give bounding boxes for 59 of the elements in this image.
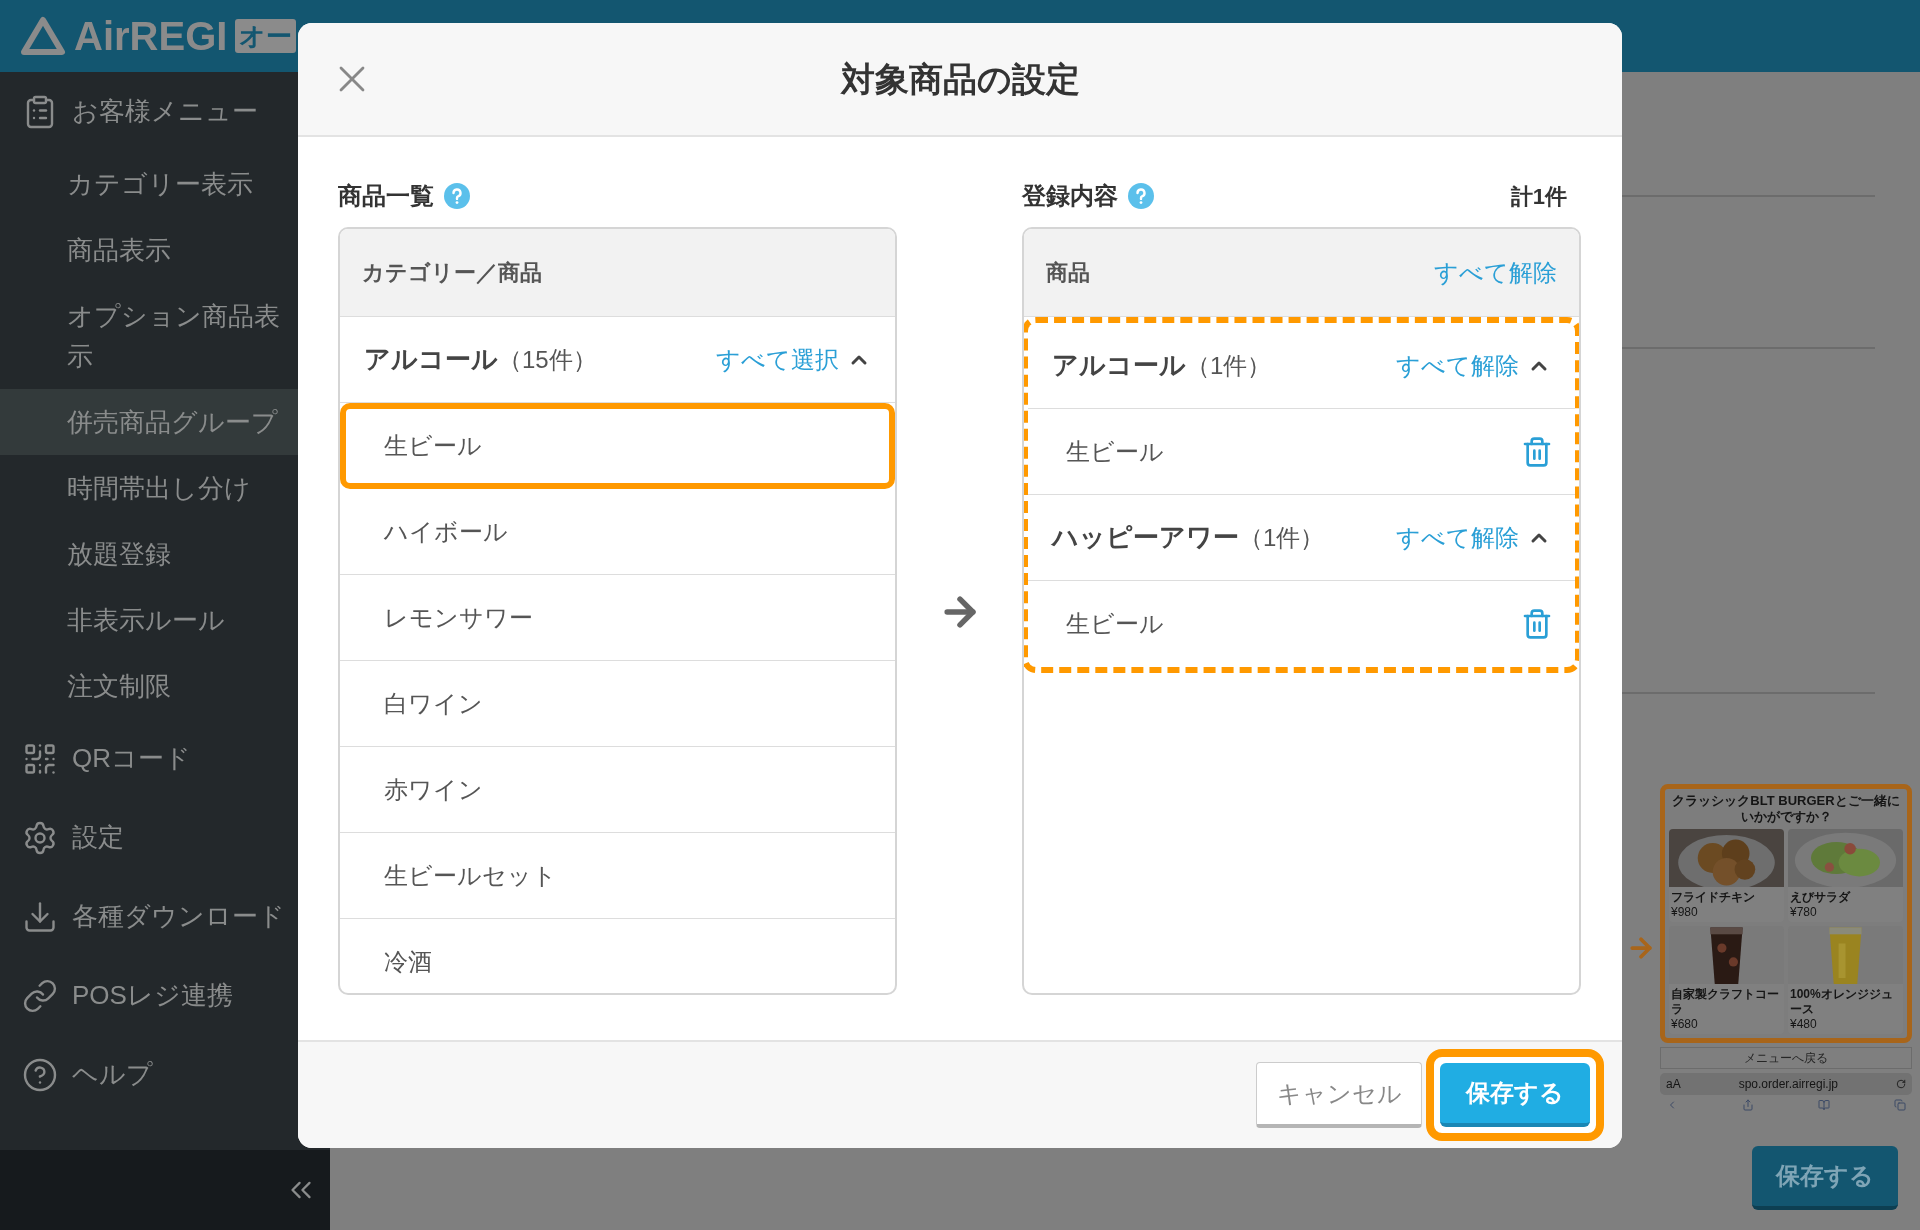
clear-all-link[interactable]: すべて解除 (1434, 254, 1557, 291)
category-name: アルコール (1052, 349, 1186, 382)
sidebar-section[interactable]: POSレジ連携 (0, 956, 330, 1035)
delete-icon[interactable] (1521, 608, 1553, 640)
sidebar-section[interactable]: 各種ダウンロード (0, 877, 330, 956)
product-badge: オー (235, 19, 297, 53)
logo-text: AirREGI (74, 16, 228, 56)
product-item[interactable]: 生ビール (340, 403, 895, 489)
url-text: spo.order.airregi.jp (1738, 1076, 1839, 1093)
product-item[interactable]: 白ワイン (340, 661, 895, 747)
help-icon[interactable] (444, 183, 470, 209)
clear-all-link[interactable]: すべて解除 (1396, 519, 1519, 556)
book-icon (1818, 1099, 1830, 1111)
product-item[interactable]: レモンサワー (340, 575, 895, 661)
help-icon[interactable] (1128, 183, 1154, 209)
item-count: （1件） (1186, 350, 1272, 381)
link-icon (22, 977, 58, 1014)
total-count: 計1件 (1510, 182, 1567, 211)
text-size-label: aA (1666, 1076, 1681, 1093)
product-name: 100%オレンジジュース (1789, 986, 1894, 1017)
preview-heading: クラッシックBLT BURGERとご一緒にいかがですか？ (1671, 793, 1901, 825)
sidebar-section[interactable]: 設定 (0, 798, 330, 877)
item-count: （15件） (498, 344, 597, 375)
sidebar-section[interactable]: ヘルプ (0, 1035, 330, 1114)
category-name: アルコール (364, 343, 498, 376)
delete-icon[interactable] (1521, 435, 1553, 468)
product-price: ¥980 (1670, 905, 1699, 921)
product-item[interactable]: 生ビールセット (340, 833, 895, 919)
product-price: ¥680 (1670, 1017, 1699, 1033)
registered-item: 生ビール (1066, 609, 1164, 639)
registered-item: 生ビール (1066, 436, 1164, 467)
column-header: カテゴリー／商品 (362, 259, 542, 287)
sidebar-section[interactable]: QRコード (0, 719, 330, 798)
item-count: （1件） (1239, 522, 1325, 553)
dialog-title: 対象商品の設定 (840, 58, 1080, 100)
logo-icon (20, 16, 66, 56)
tabs-icon (1894, 1099, 1906, 1111)
panel-title: 登録内容 (1022, 181, 1118, 211)
save-button[interactable]: 保存する (1752, 1146, 1898, 1210)
product-name: 自家製クラフトコーラ (1670, 986, 1780, 1017)
share-icon (1742, 1099, 1754, 1111)
select-all-link[interactable]: すべて選択 (716, 341, 839, 378)
reload-icon (1896, 1079, 1906, 1089)
product-name: えびサラダ (1789, 889, 1852, 905)
cancel-button[interactable]: キャンセル (1256, 1062, 1422, 1128)
product-name: フライドチキン (1670, 889, 1756, 905)
product-item[interactable]: 冷酒 (340, 919, 895, 993)
panel-title: 商品一覧 (338, 181, 434, 211)
product-item[interactable]: 赤ワイン (340, 747, 895, 833)
sidebar-section[interactable]: お客様メニュー (0, 72, 330, 151)
help-icon (22, 1056, 58, 1093)
product-price: ¥780 (1789, 905, 1818, 921)
product-item[interactable]: ハイボール (340, 489, 895, 575)
clear-all-link[interactable]: すべて解除 (1396, 347, 1519, 384)
category-name: ハッピーアワー (1052, 521, 1239, 554)
settings-icon (22, 819, 58, 856)
column-header: 商品 (1046, 259, 1090, 287)
save-button[interactable]: 保存する (1440, 1063, 1590, 1127)
product-price: ¥480 (1789, 1017, 1818, 1033)
